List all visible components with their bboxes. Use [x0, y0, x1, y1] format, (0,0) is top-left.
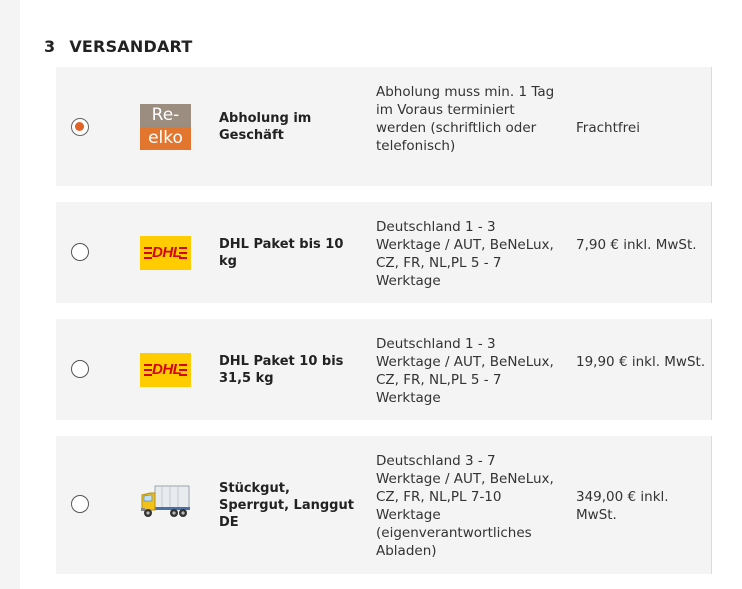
- shipping-option-price: 349,00 € inkl. MwSt.: [576, 489, 669, 523]
- shipping-option-description: Deutschland 1 - 3 Werktage / AUT, BeNeLu…: [376, 336, 554, 406]
- shipping-radio-dhl-10kg[interactable]: [71, 243, 89, 261]
- section-heading: 3 VERSANDART: [44, 37, 192, 56]
- shipping-option-name: DHL Paket 10 bis 31,5 kg: [219, 354, 344, 386]
- shipping-option-price: 7,90 € inkl. MwSt.: [576, 237, 697, 253]
- shipping-option-name: DHL Paket bis 10 kg: [219, 237, 344, 269]
- shipping-option-description: Abholung muss min. 1 Tag im Voraus termi…: [376, 84, 555, 154]
- shipping-option-description: Deutschland 3 - 7 Werktage / AUT, BeNeLu…: [376, 453, 554, 559]
- shipping-option-price: Frachtfrei: [576, 120, 640, 136]
- shipping-option-dhl-31kg[interactable]: DHL DHL Paket 10 bis 31,5 kg Deutschland…: [56, 319, 712, 420]
- shipping-option-pickup[interactable]: Re- elko Abholung im Geschäft Abholung m…: [56, 67, 712, 186]
- shipping-option-price: 19,90 € inkl. MwSt.: [576, 354, 706, 370]
- section-title: VERSANDART: [69, 37, 193, 56]
- truck-icon: [141, 485, 190, 517]
- shipping-radio-pickup[interactable]: [71, 118, 89, 136]
- shipping-radio-freight[interactable]: [71, 495, 89, 513]
- dhl-logo: DHL: [140, 236, 191, 270]
- shipping-option-freight[interactable]: Stückgut, Sperrgut, Langgut DE Deutschla…: [56, 436, 712, 574]
- shipping-option-dhl-10kg[interactable]: DHL DHL Paket bis 10 kg Deutschland 1 - …: [56, 202, 712, 303]
- section-number: 3: [44, 37, 56, 56]
- shipping-option-name: Stückgut, Sperrgut, Langgut DE: [219, 481, 354, 530]
- shipping-radio-dhl-31kg[interactable]: [71, 360, 89, 378]
- dhl-logo: DHL: [140, 353, 191, 387]
- re-elko-logo: Re- elko: [140, 104, 191, 150]
- left-panel-edge: [0, 0, 20, 589]
- shipping-option-name: Abholung im Geschäft: [219, 111, 312, 143]
- shipping-option-description: Deutschland 1 - 3 Werktage / AUT, BeNeLu…: [376, 219, 554, 289]
